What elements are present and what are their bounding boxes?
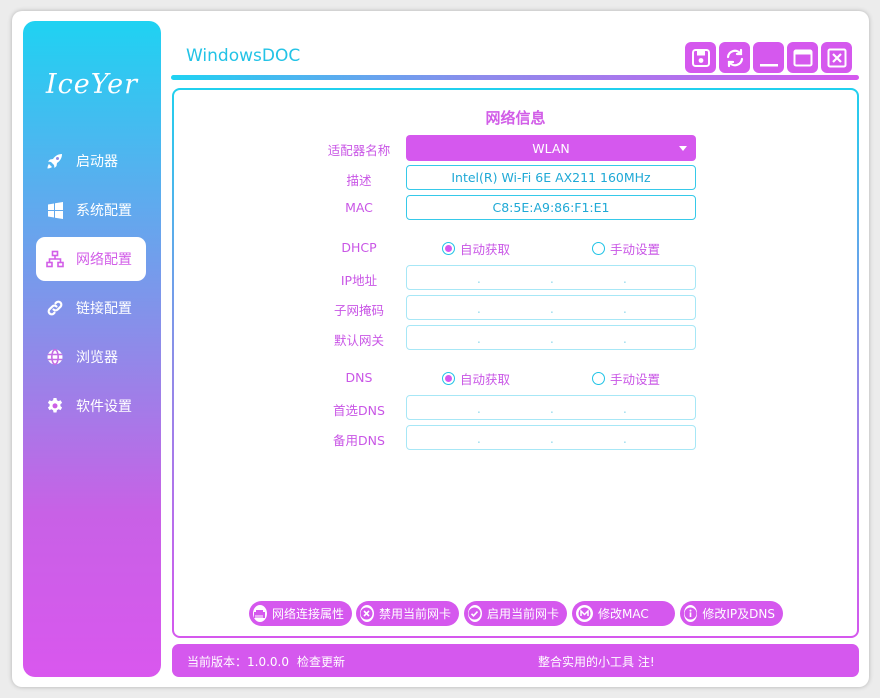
action-label: 修改IP及DNS (702, 607, 775, 621)
dns-label: DNS (345, 370, 373, 385)
save-icon (691, 48, 710, 67)
sidebar-item-label: 浏览器 (76, 350, 118, 366)
dns2-field[interactable]: ... (406, 425, 696, 450)
check-update-link[interactable]: 检查更新 (297, 653, 345, 670)
minimize-button[interactable] (753, 42, 784, 73)
rocket-icon (46, 152, 64, 170)
action-label: 启用当前网卡 (486, 607, 559, 621)
sidebar-item-label: 系统配置 (76, 203, 132, 219)
enable-adapter-button[interactable]: 启用当前网卡 (464, 601, 567, 626)
mac-icon (576, 605, 593, 622)
adapter-label: 适配器名称 (327, 143, 391, 158)
dns1-label: 首选DNS (333, 403, 385, 418)
dhcp-manual-radio[interactable]: 手动设置 (592, 239, 660, 258)
disable-icon (360, 605, 374, 622)
check-icon (468, 605, 482, 622)
sidebar-item-label: 软件设置 (76, 399, 132, 415)
ip-label: IP地址 (340, 273, 378, 288)
modify-mac-button[interactable]: 修改MAC (572, 601, 675, 626)
app-title: WindowsDOC (186, 46, 301, 66)
sidebar: IceYer 启动器 系统配置 网络配置 链接配置 浏览器 软件设置 (23, 21, 161, 677)
mac-value: C8:5E:A9:86:F1:E1 (492, 200, 610, 215)
sidebar-item-label: 链接配置 (76, 301, 132, 317)
gateway-field[interactable]: ... (406, 325, 696, 350)
info-icon (684, 605, 698, 622)
sidebar-item-system[interactable]: 系统配置 (36, 188, 146, 232)
adapter-value: WLAN (532, 140, 570, 156)
adapter-select[interactable]: WLAN (406, 135, 696, 161)
dns-auto-radio[interactable]: 自动获取 (442, 369, 510, 388)
dns-manual-label: 手动设置 (610, 372, 661, 387)
sidebar-item-links[interactable]: 链接配置 (36, 286, 146, 330)
sidebar-item-network[interactable]: 网络配置 (36, 237, 146, 281)
sidebar-item-settings[interactable]: 软件设置 (36, 384, 146, 428)
dns-auto-label: 自动获取 (460, 372, 511, 387)
desc-label: 描述 (346, 173, 372, 188)
ethernet-icon (253, 605, 267, 622)
gear-icon (46, 397, 64, 415)
maximize-icon (793, 49, 812, 66)
mask-field[interactable]: ... (406, 295, 696, 320)
panel-title: 网络信息 (485, 109, 546, 127)
dhcp-manual-label: 手动设置 (610, 242, 661, 257)
dhcp-auto-label: 自动获取 (460, 242, 511, 257)
version-text: 当前版本：1.0.0.0 (187, 655, 289, 669)
app-logo: IceYer (45, 69, 139, 100)
action-label: 网络连接属性 (271, 607, 344, 621)
close-button[interactable] (821, 42, 852, 73)
dns2-label: 备用DNS (333, 433, 385, 448)
link-icon (46, 299, 64, 317)
globe-icon (46, 348, 64, 366)
sidebar-item-browser[interactable]: 浏览器 (36, 335, 146, 379)
refresh-button[interactable] (719, 42, 750, 73)
sidebar-item-label: 启动器 (76, 154, 118, 170)
minimize-icon (759, 63, 778, 66)
dhcp-label: DHCP (341, 240, 377, 255)
windows-icon (46, 201, 64, 219)
network-info-panel: 网络信息 适配器名称 WLAN 描述 Intel(R) Wi-Fi 6E AX2… (172, 88, 859, 638)
mac-field[interactable]: C8:5E:A9:86:F1:E1 (406, 195, 696, 220)
slogan-text: 整合实用的小工具 注! (538, 655, 655, 669)
dns1-field[interactable]: ... (406, 395, 696, 420)
gateway-label: 默认网关 (333, 333, 384, 348)
mask-label: 子网掩码 (333, 303, 384, 318)
desc-field[interactable]: Intel(R) Wi-Fi 6E AX211 160MHz (406, 165, 696, 190)
app-window: IceYer 启动器 系统配置 网络配置 链接配置 浏览器 软件设置 Windo… (12, 11, 869, 687)
modify-ip-dns-button[interactable]: 修改IP及DNS (680, 601, 783, 626)
close-icon (827, 48, 846, 67)
action-label: 修改MAC (598, 607, 649, 621)
refresh-icon (726, 48, 743, 67)
network-properties-button[interactable]: 网络连接属性 (249, 601, 352, 626)
mac-label: MAC (345, 200, 373, 215)
desc-value: Intel(R) Wi-Fi 6E AX211 160MHz (451, 170, 651, 185)
network-icon (46, 250, 64, 268)
title-divider (171, 75, 859, 80)
sidebar-item-launcher[interactable]: 启动器 (36, 139, 146, 183)
chevron-down-icon (679, 146, 687, 151)
ip-field[interactable]: ... (406, 265, 696, 290)
maximize-button[interactable] (787, 42, 818, 73)
save-button[interactable] (685, 42, 716, 73)
dhcp-auto-radio[interactable]: 自动获取 (442, 239, 510, 258)
action-label: 禁用当前网卡 (378, 607, 451, 621)
dns-manual-radio[interactable]: 手动设置 (592, 369, 660, 388)
status-bar: 当前版本：1.0.0.0 检查更新 整合实用的小工具 注! (172, 644, 859, 677)
sidebar-item-label: 网络配置 (76, 252, 132, 268)
disable-adapter-button[interactable]: 禁用当前网卡 (356, 601, 459, 626)
